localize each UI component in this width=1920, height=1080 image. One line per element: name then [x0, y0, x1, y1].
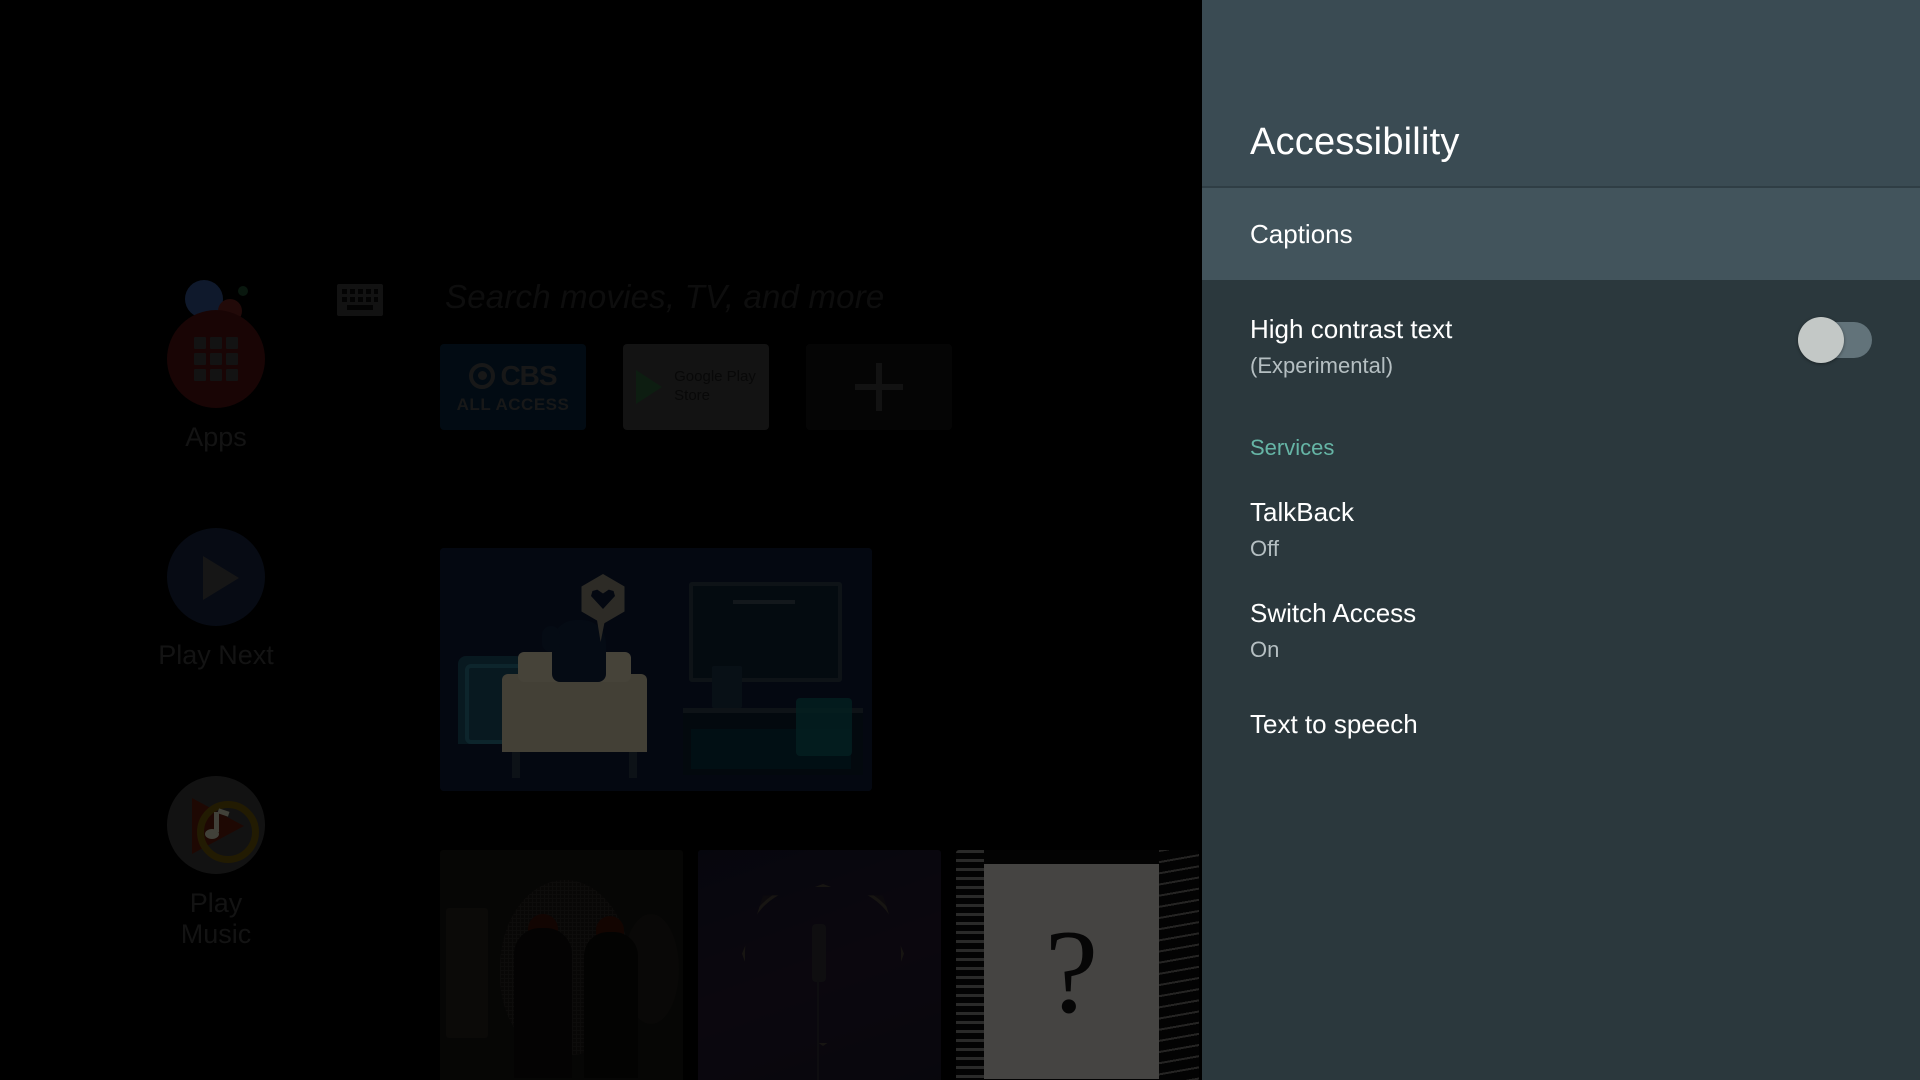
settings-item-high-contrast-text[interactable]: High contrast text (Experimental) — [1202, 280, 1920, 405]
settings-item-switch-access[interactable]: Switch Access On — [1202, 562, 1920, 663]
settings-item-captions[interactable]: Captions — [1202, 188, 1920, 280]
settings-item-label: Captions — [1250, 218, 1353, 249]
settings-item-label: Switch Access — [1250, 598, 1417, 628]
dim-overlay — [0, 0, 1202, 1080]
settings-item-label: Text to speech — [1250, 709, 1418, 739]
page-title: Accessibility — [1250, 121, 1460, 164]
panel-header: Accessibility — [1202, 0, 1920, 186]
settings-item-sublabel: (Experimental) — [1250, 353, 1394, 378]
section-header-services: Services — [1250, 435, 1335, 460]
settings-item-label: High contrast text — [1250, 314, 1453, 344]
high-contrast-toggle[interactable] — [1798, 317, 1872, 363]
settings-item-value: Off — [1250, 536, 1279, 561]
toggle-knob — [1798, 317, 1844, 363]
android-tv-home: Search movies, TV, and more Apps Play Ne… — [0, 0, 1202, 1080]
settings-item-value: On — [1250, 637, 1280, 662]
tv-screen: Search movies, TV, and more Apps Play Ne… — [0, 0, 1920, 1080]
settings-item-talkback[interactable]: TalkBack Off — [1202, 461, 1920, 562]
accessibility-panel: Accessibility Captions High contrast tex… — [1202, 0, 1920, 1080]
settings-item-label: TalkBack — [1250, 497, 1355, 527]
settings-item-text-to-speech[interactable]: Text to speech — [1202, 663, 1920, 740]
